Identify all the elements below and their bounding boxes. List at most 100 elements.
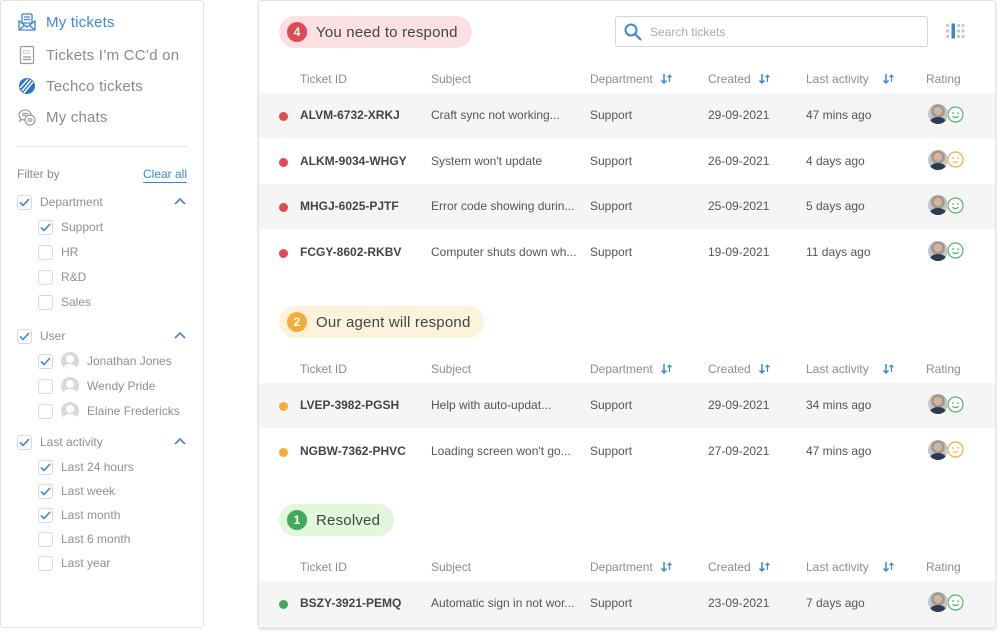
ticket-row[interactable]: FCGY-8602-RKBV Computer shuts down wh...…	[259, 230, 995, 275]
checkbox[interactable]	[17, 194, 32, 210]
filter-option-last-month[interactable]: Last month	[38, 506, 187, 524]
filter-option-last-week[interactable]: Last week	[38, 482, 187, 500]
ticket-id[interactable]: ALKM-9034-WHGY	[300, 154, 407, 168]
checkbox[interactable]	[38, 378, 53, 394]
ticket-row[interactable]: MHGJ-6025-PJTF Error code showing durin.…	[259, 184, 995, 229]
column-subject[interactable]: Subject	[431, 560, 471, 574]
filter-group-last-activity[interactable]: Last activity	[17, 433, 187, 451]
column-ticket-id[interactable]: Ticket ID	[300, 362, 347, 376]
checkbox[interactable]	[17, 434, 32, 450]
ticket-id[interactable]: NGBW-7362-PHVC	[300, 444, 406, 458]
column-department[interactable]: Department	[590, 560, 673, 574]
chevron-up-icon[interactable]	[173, 435, 187, 447]
section-header-green[interactable]: 1 Resolved	[279, 504, 395, 536]
filter-option-label: Last week	[61, 484, 116, 498]
table-header: Ticket ID Subject Department Created Las…	[259, 557, 995, 577]
ticket-department: Support	[590, 108, 633, 122]
filter-option-support[interactable]: Support	[38, 218, 187, 236]
ticket-id[interactable]: FCGY-8602-RKBV	[300, 245, 401, 259]
checkbox[interactable]	[38, 244, 53, 260]
column-department[interactable]: Department	[590, 362, 673, 376]
column-ticket-id[interactable]: Ticket ID	[300, 72, 347, 86]
column-view-toggle-icon[interactable]	[945, 23, 965, 39]
sort-icon[interactable]	[660, 73, 673, 85]
column-last-activity[interactable]: Last activity	[806, 560, 895, 574]
nav-label: Techco tickets	[46, 77, 144, 95]
column-label: Last activity	[806, 362, 869, 376]
ticket-row[interactable]: ALVM-6732-XRKJ Craft sync not working...…	[259, 93, 995, 138]
filter-group-user[interactable]: User	[17, 327, 187, 345]
ticket-id[interactable]: LVEP-3982-PGSH	[300, 398, 399, 412]
ticket-rating	[928, 149, 964, 170]
ticket-created: 23-09-2021	[708, 596, 770, 610]
filter-group-department[interactable]: Department	[17, 193, 187, 211]
ticket-created: 19-09-2021	[708, 244, 770, 259]
filter-option-last-6-month[interactable]: Last 6 month	[38, 530, 187, 548]
sort-icon[interactable]	[758, 73, 771, 85]
happy-rating-icon	[947, 593, 964, 611]
column-created[interactable]: Created	[708, 560, 771, 574]
nav-my-chats[interactable]: My chats	[17, 106, 108, 128]
ticket-rating	[928, 240, 964, 261]
chevron-up-icon[interactable]	[173, 195, 187, 207]
sort-icon[interactable]	[882, 561, 895, 573]
clear-all-link[interactable]: Clear all	[142, 167, 187, 183]
ticket-id[interactable]: MHGJ-6025-PJTF	[300, 199, 399, 213]
ticket-id[interactable]: BSZY-3921-PEMQ	[300, 596, 401, 610]
checkbox[interactable]	[38, 403, 53, 419]
column-label: Subject	[431, 362, 472, 376]
checkbox[interactable]	[38, 294, 53, 310]
checkbox[interactable]	[17, 328, 32, 344]
search-box[interactable]	[615, 16, 928, 47]
section-header-red[interactable]: 4 You need to respond	[279, 16, 472, 48]
ticket-rating	[928, 195, 964, 215]
filter-option-last-year[interactable]: Last year	[38, 554, 187, 572]
column-created[interactable]: Created	[708, 362, 771, 376]
column-last-activity[interactable]: Last activity	[806, 362, 895, 376]
column-created[interactable]: Created	[708, 72, 771, 86]
ticket-row[interactable]: BSZY-3921-PEMQ Automatic sign in not wor…	[259, 581, 995, 626]
agent-avatar	[928, 149, 948, 170]
section-header-yellow[interactable]: 2 Our agent will respond	[279, 306, 485, 338]
filter-option-sales[interactable]: Sales	[38, 293, 187, 311]
filter-option-last-24-hours[interactable]: Last 24 hours	[38, 458, 187, 476]
sort-icon[interactable]	[660, 561, 673, 573]
checkbox[interactable]	[38, 269, 53, 285]
nav-my-tickets[interactable]: My tickets	[17, 11, 115, 33]
column-subject[interactable]: Subject	[431, 362, 471, 376]
ticket-row[interactable]: ALKM-9034-WHGY System won't update Suppo…	[259, 139, 995, 184]
sort-icon[interactable]	[660, 363, 673, 375]
search-input[interactable]	[650, 24, 910, 39]
column-last-activity[interactable]: Last activity	[806, 72, 895, 86]
checkbox[interactable]	[38, 531, 53, 547]
checkbox[interactable]	[38, 353, 53, 369]
column-ticket-id[interactable]: Ticket ID	[300, 560, 347, 574]
column-department[interactable]: Department	[590, 72, 673, 86]
sort-icon[interactable]	[882, 363, 895, 375]
ticket-department: Support	[590, 398, 633, 412]
nav-techco-tickets[interactable]: Techco tickets	[17, 75, 143, 97]
checkbox[interactable]	[38, 555, 53, 571]
column-label: Department	[590, 560, 653, 574]
filter-option-wendy-pride[interactable]: Wendy Pride	[38, 377, 187, 395]
ticket-id[interactable]: ALVM-6732-XRKJ	[300, 108, 400, 122]
sort-icon[interactable]	[758, 363, 771, 375]
ticket-rating	[928, 394, 964, 414]
sort-icon[interactable]	[882, 73, 895, 85]
checkbox[interactable]	[38, 507, 53, 523]
svg-text:CC: CC	[23, 50, 31, 56]
filter-option-rd[interactable]: R&D	[38, 268, 187, 286]
section-count-badge: 4	[287, 22, 307, 42]
checkbox[interactable]	[38, 459, 53, 475]
checkbox[interactable]	[38, 483, 53, 499]
filter-option-hr[interactable]: HR	[38, 243, 187, 261]
ticket-row[interactable]: LVEP-3982-PGSH Help with auto-updat... S…	[259, 383, 995, 428]
column-subject[interactable]: Subject	[431, 72, 471, 86]
filter-option-elaine-fredericks[interactable]: Elaine Fredericks	[38, 402, 187, 420]
checkbox[interactable]	[38, 219, 53, 235]
ticket-row[interactable]: NGBW-7362-PHVC Loading screen won't go..…	[259, 429, 995, 474]
nav-cc-tickets[interactable]: CC Tickets I’m CC’d on	[17, 44, 179, 66]
chevron-up-icon[interactable]	[173, 329, 187, 341]
sort-icon[interactable]	[758, 561, 771, 573]
filter-option-jonathan-jones[interactable]: Jonathan Jones	[38, 352, 187, 370]
